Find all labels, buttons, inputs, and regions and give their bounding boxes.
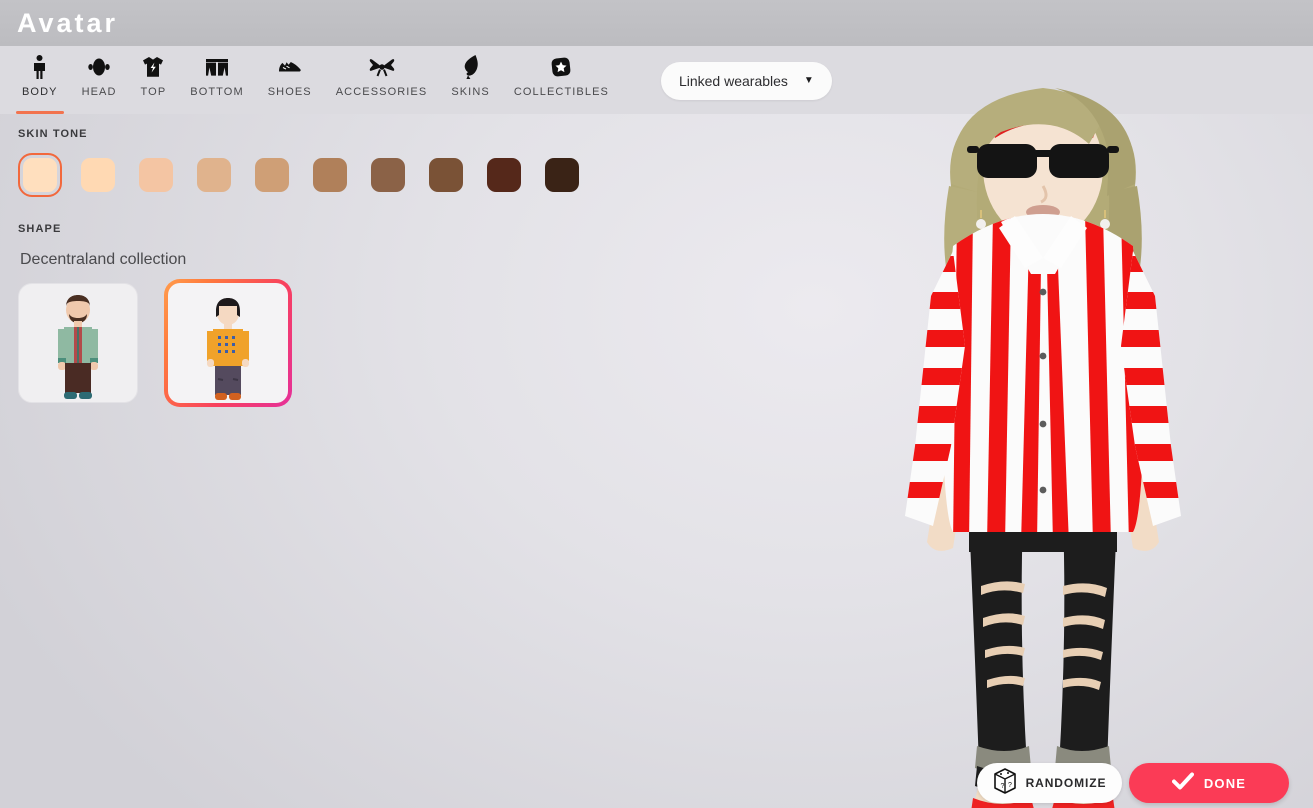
earring-left <box>976 219 986 229</box>
skin-tone-swatch[interactable] <box>76 153 120 197</box>
tab-head[interactable]: HEAD <box>70 46 129 114</box>
options-panel: SKIN TONE SHAPE Decentraland collection <box>0 114 760 808</box>
hips-pants <box>969 512 1117 552</box>
category-tab-bar: BODY HEAD TOP BOTTOM SHOES ACCESSORIES S… <box>0 46 1313 114</box>
swatch-color <box>429 158 463 192</box>
card-inner <box>168 283 288 403</box>
card-inner <box>19 284 137 402</box>
tab-skins[interactable]: SKINS <box>439 46 502 114</box>
earring-hooks <box>980 210 1106 218</box>
skin-tone-swatch[interactable] <box>18 153 62 197</box>
randomize-label: RANDOMIZE <box>1025 776 1107 790</box>
collection-title: Decentraland collection <box>20 251 187 268</box>
shirt-button <box>1039 352 1047 360</box>
swatch-color <box>545 158 579 192</box>
swatch-color <box>371 158 405 192</box>
left-leg-pants <box>969 516 1027 766</box>
right-sleeve <box>1121 251 1181 526</box>
chevron-down-icon: ▼ <box>803 75 814 86</box>
tshirt-icon <box>142 54 164 80</box>
female-avatar-thumbnail <box>207 298 249 400</box>
skin-tone-swatch[interactable] <box>250 153 294 197</box>
striped-shirt-torso <box>941 214 1145 532</box>
body-icon <box>30 54 49 80</box>
right-hand-arm <box>1121 446 1159 551</box>
tab-label: ACCESSORIES <box>335 86 428 98</box>
tab-body[interactable]: BODY <box>10 46 70 114</box>
tab-label: SKINS <box>451 86 490 98</box>
hair-back <box>947 90 1139 322</box>
bow-icon <box>369 54 395 80</box>
tab-collectibles[interactable]: COLLECTIBLES <box>502 46 621 114</box>
avatar-preview <box>905 88 1181 808</box>
shape-label: SHAPE <box>18 223 62 235</box>
swatch-color <box>139 158 173 192</box>
tab-bottom[interactable]: BOTTOM <box>178 46 255 114</box>
earring-right <box>1100 219 1110 229</box>
skin-tone-swatch[interactable] <box>482 153 526 197</box>
tab-label: SHOES <box>267 86 312 98</box>
nose <box>1040 185 1048 204</box>
done-button[interactable]: DONE <box>1129 763 1289 803</box>
app-header: Avatar <box>0 0 1313 46</box>
skin-tone-swatch-list <box>18 153 760 197</box>
swatch-color <box>81 158 115 192</box>
shoe-icon <box>277 54 303 80</box>
tab-label: BODY <box>22 86 58 98</box>
pants-rips <box>981 581 1107 690</box>
head-icon <box>86 54 112 80</box>
hair-left-lock <box>944 186 995 317</box>
left-sleeve <box>905 251 965 526</box>
tab-label: TOP <box>140 86 167 98</box>
skin-tone-swatch[interactable] <box>424 153 468 197</box>
skin-tone-swatch[interactable] <box>366 153 410 197</box>
dice-icon: ? ? <box>993 767 1017 799</box>
tab-shoes[interactable]: SHOES <box>256 46 324 114</box>
collar-left <box>999 216 1043 268</box>
neck <box>1017 222 1069 294</box>
body-shape-card-male[interactable] <box>18 283 138 403</box>
tab-label: COLLECTIBLES <box>513 86 609 98</box>
skin-icon <box>463 54 479 80</box>
linked-wearables-dropdown[interactable]: Linked wearables ▼ <box>660 62 832 100</box>
head <box>983 96 1103 240</box>
sunglasses <box>967 144 1119 178</box>
check-icon <box>1171 772 1194 795</box>
male-avatar-thumbnail <box>58 295 98 399</box>
svg-text:?: ? <box>1000 783 1004 790</box>
randomize-button[interactable]: ? ? RANDOMIZE <box>977 763 1122 803</box>
page-title: Avatar <box>17 7 119 38</box>
left-hand-arm <box>927 446 965 551</box>
swatch-color <box>313 158 347 192</box>
swatch-color <box>255 158 289 192</box>
tab-label: HEAD <box>81 86 117 98</box>
swatch-color <box>23 158 57 192</box>
skin-tone-label: SKIN TONE <box>18 128 88 140</box>
shorts-icon <box>205 54 229 80</box>
collar-right <box>1043 216 1087 268</box>
skin-tone-swatch[interactable] <box>540 153 584 197</box>
svg-text:?: ? <box>1008 782 1012 789</box>
shirt-button <box>1039 420 1047 428</box>
tab-accessories[interactable]: ACCESSORIES <box>324 46 440 114</box>
shirt-button <box>1039 288 1047 296</box>
tab-label: BOTTOM <box>190 86 244 98</box>
star-badge-icon <box>550 54 572 80</box>
right-leg-pants <box>1059 516 1117 766</box>
hair-right-lock <box>1091 186 1142 317</box>
skin-tone-swatch[interactable] <box>308 153 352 197</box>
body-shape-card-list <box>18 279 760 407</box>
shirt-button <box>1039 486 1047 494</box>
linked-wearables-label: Linked wearables <box>678 73 788 89</box>
tab-top[interactable]: TOP <box>129 46 179 114</box>
swatch-color <box>197 158 231 192</box>
body-shape-card-female[interactable] <box>164 279 292 407</box>
swatch-color <box>487 158 521 192</box>
done-label: DONE <box>1203 775 1247 791</box>
lips <box>1026 205 1060 219</box>
skin-tone-swatch[interactable] <box>134 153 178 197</box>
skin-tone-swatch[interactable] <box>192 153 236 197</box>
avatar-preview-stage <box>893 46 1313 808</box>
